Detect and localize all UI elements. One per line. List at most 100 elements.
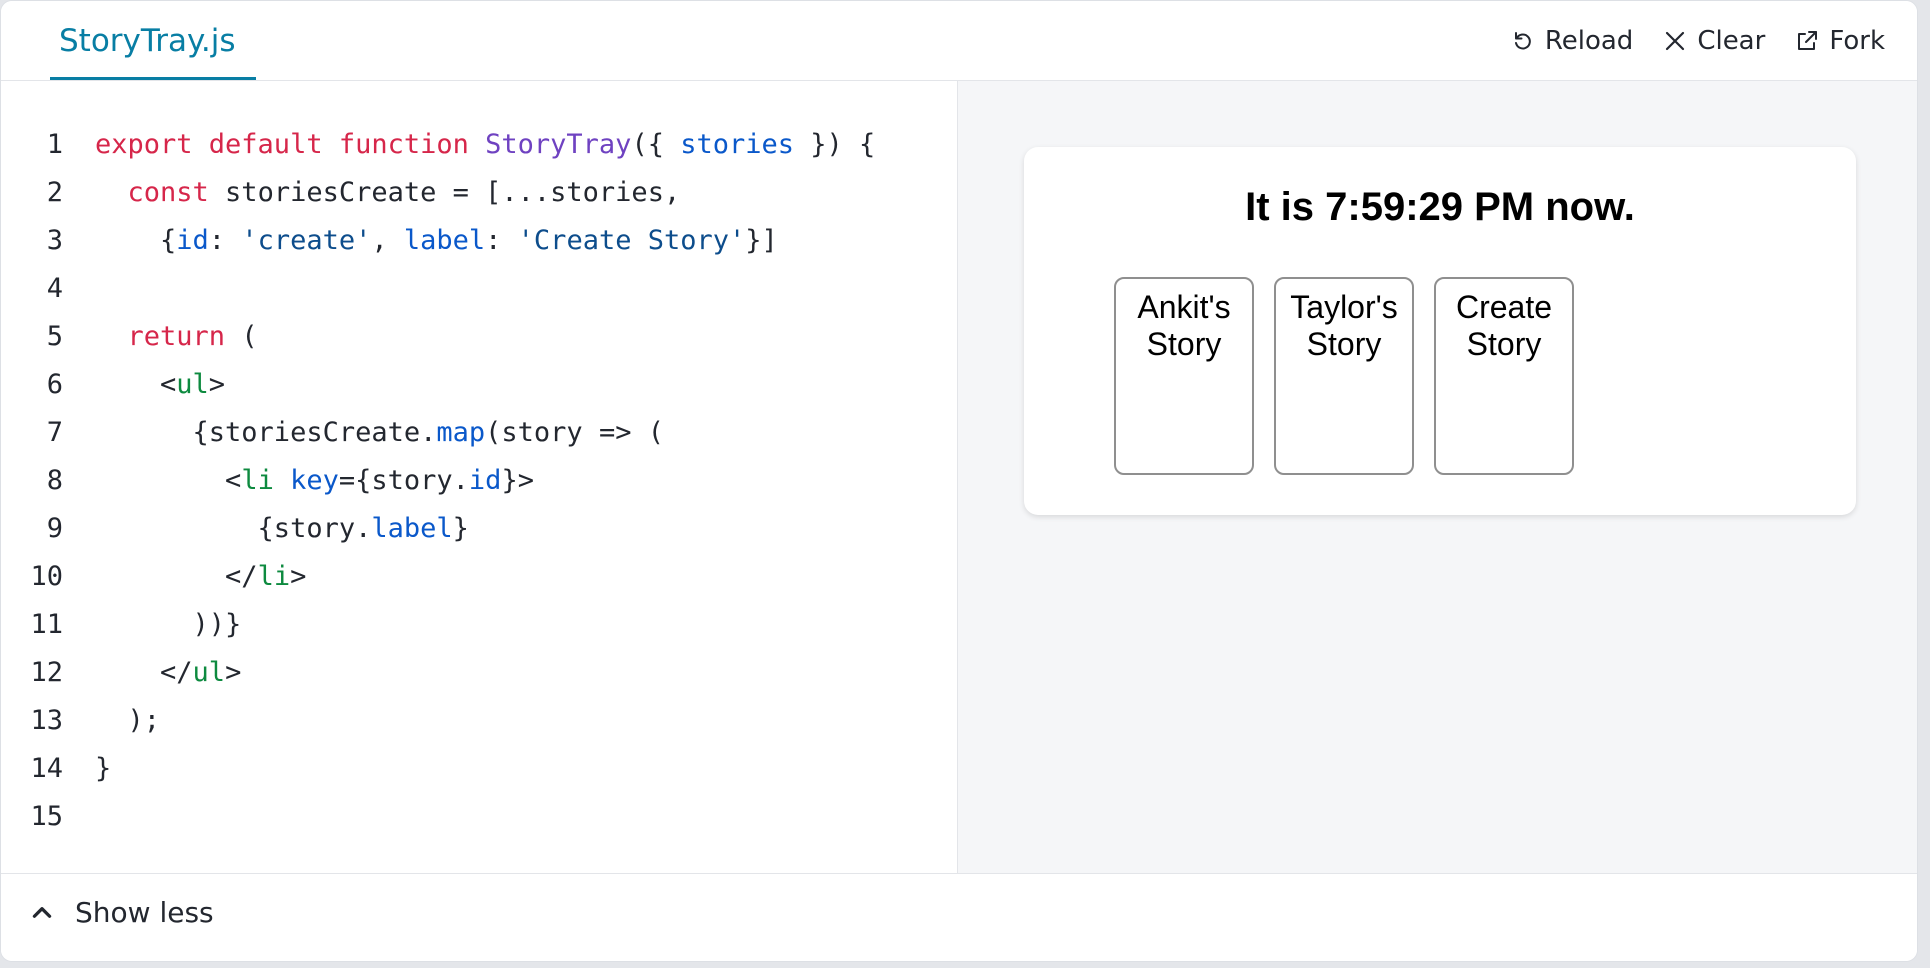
show-less-button[interactable]: Show less [29, 896, 214, 929]
story-label: Taylor's Story [1290, 289, 1398, 362]
code-token: ); [95, 705, 161, 736]
code-line: 6 <ul> [1, 361, 957, 409]
clear-button[interactable]: Clear [1663, 26, 1765, 56]
code-token: ({ [631, 129, 681, 160]
code-token: StoryTray [485, 129, 632, 160]
code-token: {storiesCreate. [95, 417, 437, 448]
code-token: {story. [95, 513, 372, 544]
code-line: 7 {storiesCreate.map(story => ( [1, 409, 957, 457]
code-token: < [95, 465, 242, 496]
story-item-create: Create Story [1434, 277, 1574, 475]
code-line: 13 ); [1, 697, 957, 745]
code-token: return [127, 321, 226, 352]
code-token: ))} [95, 609, 242, 640]
code-text: <li key={story.id}> [63, 457, 534, 505]
code-token: id [468, 465, 502, 496]
line-number: 3 [46, 225, 63, 256]
code-token: : [485, 225, 518, 256]
fork-button[interactable]: Fork [1795, 26, 1885, 56]
code-token: ul [192, 657, 226, 688]
code-token: 'Create Story' [517, 225, 746, 256]
code-token: > [225, 657, 242, 688]
close-icon [1663, 29, 1687, 53]
code-sandbox: StoryTray.js Reload Clear Fork 1 export … [0, 0, 1918, 962]
line-number: 10 [30, 561, 63, 592]
code-lines: 1 export default function StoryTray({ sto… [1, 121, 957, 841]
code-token: ={story. [338, 465, 469, 496]
story-label: Ankit's Story [1137, 289, 1231, 362]
chevron-up-icon [29, 900, 55, 926]
clear-label: Clear [1697, 26, 1766, 56]
code-token: stories [680, 129, 795, 160]
code-token: } [95, 753, 112, 784]
code-token: map [436, 417, 486, 448]
code-token: key [290, 465, 339, 496]
line-number: 6 [46, 369, 63, 400]
code-token: label [371, 513, 453, 544]
external-link-icon [1795, 29, 1819, 53]
code-text: export default function StoryTray({ stor… [63, 121, 875, 169]
code-text: {story.label} [63, 505, 469, 553]
code-line: 11 ))} [1, 601, 957, 649]
code-text: ))} [63, 601, 242, 649]
line-number: 12 [30, 657, 63, 688]
sandbox-toolbar: StoryTray.js Reload Clear Fork [1, 1, 1917, 81]
code-line: 10 </li> [1, 553, 957, 601]
code-token: }) { [794, 129, 876, 160]
line-number: 2 [46, 177, 63, 208]
line-number: 5 [46, 321, 63, 352]
code-text: } [63, 745, 111, 793]
code-token: const [127, 177, 209, 208]
line-number: 7 [46, 417, 63, 448]
line-number: 13 [30, 705, 63, 736]
show-less-label: Show less [75, 896, 214, 929]
line-number: 4 [46, 273, 63, 304]
code-token: }] [745, 225, 778, 256]
fork-label: Fork [1829, 26, 1885, 56]
toolbar-actions: Reload Clear Fork [1511, 23, 1885, 59]
code-token: > [208, 369, 226, 400]
reload-button[interactable]: Reload [1511, 26, 1633, 56]
code-token: > [290, 561, 307, 592]
story-item-taylor: Taylor's Story [1274, 277, 1414, 475]
code-token: storiesCreate = [...stories, [208, 177, 681, 208]
preview-card: It is 7:59:29 PM now. Ankit's Story Tayl… [1024, 147, 1856, 515]
code-text: ); [63, 697, 161, 745]
reload-icon [1511, 29, 1535, 53]
tab-label: StoryTray.js [59, 23, 236, 59]
reload-label: Reload [1544, 26, 1634, 56]
code-token: (story => ( [485, 417, 664, 448]
code-editor[interactable]: 1 export default function StoryTray({ sto… [1, 81, 958, 873]
code-token: : [208, 225, 242, 256]
code-line: 8 <li key={story.id}> [1, 457, 957, 505]
tab-storytray-js[interactable]: StoryTray.js [50, 1, 256, 80]
code-text: const storiesCreate = [...stories, [63, 169, 681, 217]
line-number: 9 [46, 513, 63, 544]
code-token: { [95, 225, 177, 256]
line-number: 15 [30, 801, 63, 832]
code-token: </ [95, 561, 258, 592]
line-number: 1 [46, 129, 63, 160]
code-token: li [241, 465, 274, 496]
code-line: 9 {story.label} [1, 505, 957, 553]
code-line: 5 return ( [1, 313, 957, 361]
code-token: li [257, 561, 291, 592]
sandbox-footer: Show less [1, 873, 1917, 961]
code-token: ( [225, 321, 258, 352]
code-line: 14} [1, 745, 957, 793]
line-number: 14 [30, 753, 63, 784]
story-tray: Ankit's Story Taylor's Story Create Stor… [1114, 277, 1574, 475]
code-token: label [403, 225, 486, 256]
code-text: </li> [63, 553, 306, 601]
code-token: export default function [95, 129, 486, 160]
code-text: </ul> [63, 649, 241, 697]
code-line: 15 [1, 793, 957, 841]
code-token: < [95, 369, 177, 400]
story-label: Create Story [1455, 289, 1553, 362]
code-text: {id: 'create', label: 'Create Story'}] [63, 217, 778, 265]
code-token: , [371, 225, 404, 256]
